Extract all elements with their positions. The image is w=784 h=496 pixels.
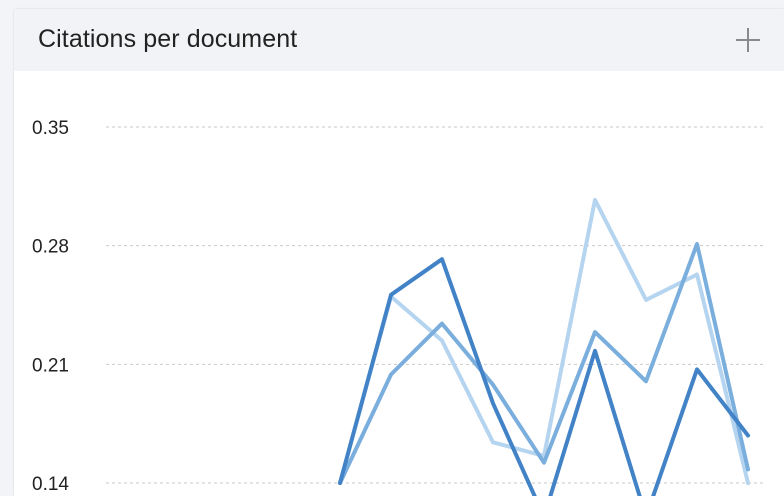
y-tick-label: 0.21 bbox=[32, 355, 69, 376]
add-button[interactable] bbox=[733, 25, 763, 55]
y-tick-label: 0.28 bbox=[32, 237, 69, 258]
y-tick-label: 0.14 bbox=[32, 474, 69, 495]
series-line-3 bbox=[338, 197, 750, 485]
widget-title: Citations per document bbox=[38, 25, 298, 53]
citations-widget: Citations per document 0.35 0.28 0.21 0.14 bbox=[14, 9, 784, 496]
y-tick-label: 0.35 bbox=[32, 118, 69, 139]
plus-icon bbox=[736, 28, 760, 52]
line-chart: 0.35 0.28 0.21 0.14 bbox=[32, 118, 766, 496]
chart-area: 0.35 0.28 0.21 0.14 bbox=[14, 71, 784, 496]
widget-header: Citations per document bbox=[14, 9, 784, 71]
